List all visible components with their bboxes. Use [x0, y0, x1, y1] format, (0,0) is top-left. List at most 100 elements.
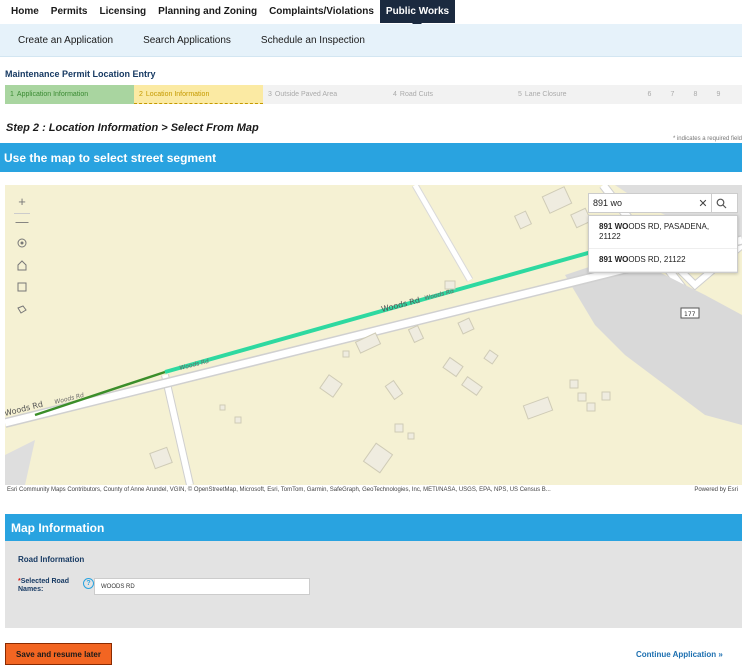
nav-item-home[interactable]: Home [5, 0, 45, 23]
zoom-in-icon: + [18, 193, 26, 209]
route-shield-label: 177 [684, 311, 696, 318]
powered-by-esri[interactable]: Powered by Esri [694, 487, 738, 493]
building [149, 446, 173, 470]
home-icon [17, 260, 27, 271]
clear-search-icon[interactable]: ✕ [695, 197, 711, 210]
step-6: 6 [638, 85, 661, 104]
select-rectangle-button[interactable] [14, 279, 30, 295]
suggestion-match: 891 WO [599, 255, 629, 264]
map-road [162, 374, 193, 485]
building [319, 374, 343, 398]
search-suggestions: 891 WOODS RD, PASADENA, 21122 891 WOODS … [588, 215, 738, 273]
building [522, 396, 554, 420]
building [342, 350, 350, 358]
road-segment-unselected[interactable] [34, 370, 166, 417]
select-lasso-icon [17, 305, 27, 314]
selected-road-names-field[interactable]: WOODS RD [94, 578, 310, 595]
step-label: Application Information [16, 91, 89, 98]
step-number: 4 [393, 91, 397, 98]
zoom-out-icon: — [15, 214, 29, 229]
building [407, 432, 415, 440]
top-nav: Home Permits Licensing Planning and Zoni… [0, 0, 742, 28]
step-number: 3 [268, 91, 272, 98]
zoom-in-button[interactable]: + [14, 193, 30, 209]
step-number: 5 [518, 91, 522, 98]
building [362, 442, 394, 474]
map-parcel [5, 440, 35, 485]
search-applications-link[interactable]: Search Applications [133, 35, 241, 46]
step-number: 8 [693, 91, 698, 98]
page-title: Maintenance Permit Location Entry [5, 69, 156, 79]
step-number: 6 [647, 91, 652, 98]
create-application-link[interactable]: Create an Application [8, 35, 123, 46]
building [407, 324, 425, 344]
building [586, 402, 596, 412]
step-2: 2 Location Information [134, 85, 263, 104]
help-icon[interactable]: ? [83, 578, 94, 589]
nav-item-public-works[interactable]: Public Works [379, 0, 456, 28]
map-instruction-banner: Use the map to select street segment [0, 143, 742, 172]
attribution-text: Esri Community Maps Contributors, County… [7, 487, 551, 493]
step-5: 5 Lane Closure [513, 85, 638, 104]
map-information-header: Map Information [5, 514, 742, 541]
nav-item-permits[interactable]: Permits [45, 0, 94, 23]
selected-road-names-label: *Selected Road Names: [18, 578, 80, 594]
continue-application-link[interactable]: Continue Application » [636, 650, 723, 659]
map-search-input[interactable] [589, 198, 689, 208]
step-number: 1 [10, 91, 14, 98]
step-9: 9 [707, 85, 730, 104]
step-label: Location Information [145, 90, 210, 98]
building [601, 391, 611, 401]
step-1[interactable]: 1 Application Information [5, 85, 134, 104]
step-label: Road Cuts [399, 91, 433, 98]
step-4: 4 Road Cuts [388, 85, 513, 104]
nav-item-planning-zoning[interactable]: Planning and Zoning [152, 0, 263, 23]
map-search-box: ✕ [588, 193, 738, 213]
map-toolbar: + — [14, 193, 32, 323]
building [234, 416, 242, 424]
road-information-heading: Road Information [18, 555, 85, 564]
select-lasso-button[interactable] [14, 301, 30, 317]
building [384, 379, 404, 401]
step-progress-bar: 1 Application Information 2 Location Infor… [5, 85, 742, 104]
step-number: 9 [716, 91, 721, 98]
road-segment-selected[interactable] [164, 249, 596, 374]
locate-button[interactable] [14, 235, 30, 251]
map-road [412, 185, 473, 282]
schedule-inspection-link[interactable]: Schedule an Inspection [251, 35, 375, 46]
building [541, 186, 573, 214]
nav-item-complaints-violations[interactable]: Complaints/Violations [263, 0, 380, 23]
search-button[interactable] [711, 194, 731, 212]
step-number: 2 [139, 90, 143, 98]
zoom-out-button[interactable]: — [14, 213, 30, 229]
building [394, 423, 404, 433]
nav-item-licensing[interactable]: Licensing [93, 0, 152, 23]
sub-nav: Create an Application Search Application… [0, 24, 742, 57]
step-label: Outside Paved Area [274, 91, 338, 98]
building [483, 349, 499, 365]
selected-road-names-label-text: Selected Road Names: [18, 578, 69, 593]
step-number: 7 [670, 91, 675, 98]
map-information-panel: Road Information *Selected Road Names: ?… [5, 541, 742, 628]
building [442, 356, 464, 378]
search-suggestion[interactable]: 891 WOODS RD, 21122 [589, 249, 737, 272]
save-and-resume-later-button[interactable]: Save and resume later [5, 643, 112, 665]
step-8: 8 [684, 85, 707, 104]
suggestion-rest: ODS RD, 21122 [628, 255, 686, 264]
step-3: 3 Outside Paved Area [263, 85, 388, 104]
building [219, 404, 226, 411]
select-rectangle-icon [17, 282, 27, 292]
building [577, 392, 587, 402]
search-suggestion[interactable]: 891 WOODS RD, PASADENA, 21122 [589, 216, 737, 249]
suggestion-match: 891 WO [599, 222, 629, 231]
search-icon [716, 198, 727, 208]
road-label: Woods Rd [380, 296, 421, 314]
step-7: 7 [661, 85, 684, 104]
building [513, 210, 533, 230]
building [461, 376, 483, 396]
step-label: Lane Closure [524, 91, 567, 98]
home-button[interactable] [14, 257, 30, 273]
locate-icon [17, 238, 27, 248]
building [457, 317, 475, 335]
road-label: Woods Rd [424, 288, 455, 302]
